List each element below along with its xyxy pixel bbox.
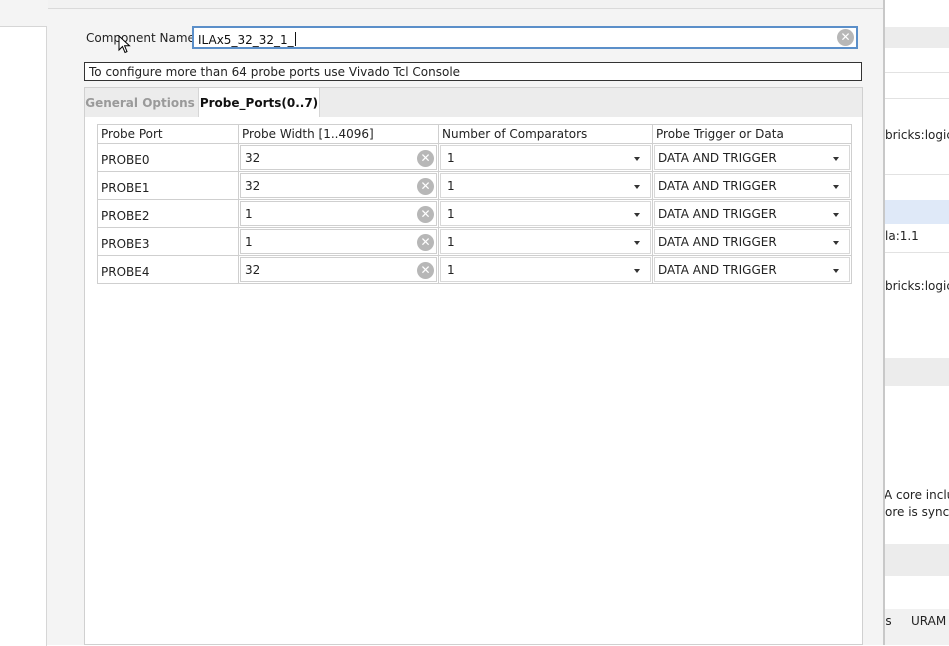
info-message: To configure more than 64 probe ports us… (84, 62, 862, 81)
probe-width-value: 1 (245, 235, 253, 249)
column-header-probe-port: Probe Port (97, 124, 239, 144)
clear-circle-icon[interactable]: ✕ (417, 262, 434, 279)
table-row: PROBE1 32 ✕ 1 DATA AND TRIGGER (97, 171, 852, 200)
comparators-value: 1 (447, 235, 455, 249)
trigger-data-value: DATA AND TRIGGER (658, 179, 777, 193)
dropdown-arrow-icon[interactable] (634, 241, 640, 245)
comparators-value: 1 (447, 179, 455, 193)
probe-port-name: PROBE2 (101, 209, 150, 223)
clear-circle-icon[interactable]: ✕ (417, 150, 434, 167)
probe-port-name: PROBE1 (101, 181, 150, 195)
comparators-select[interactable]: 1 (440, 201, 651, 226)
clear-circle-icon[interactable]: ✕ (417, 206, 434, 223)
column-header-probe-width: Probe Width [1..4096] (238, 124, 439, 144)
comparators-value: 1 (447, 151, 455, 165)
component-name-input[interactable]: ILAx5_32_32_1_ ✕ (192, 26, 858, 49)
column-header-comparators: Number of Comparators (438, 124, 653, 144)
table-row: PROBE0 32 ✕ 1 DATA AND TRIGGER (97, 143, 852, 172)
probe-width-input[interactable]: 32 ✕ (240, 145, 437, 170)
trigger-data-select[interactable]: DATA AND TRIGGER (654, 145, 850, 170)
probe-ports-content: Probe Port Probe Width [1..4096] Number … (85, 117, 862, 644)
rp-divider (885, 174, 949, 175)
background-dialog-left-pane (0, 26, 47, 646)
tab-general-options[interactable]: General Options (85, 88, 195, 117)
dropdown-arrow-icon[interactable] (634, 157, 640, 161)
rp-header-band (885, 27, 949, 48)
dropdown-arrow-icon[interactable] (634, 269, 640, 273)
mouse-pointer-icon (118, 35, 131, 54)
comparators-select[interactable]: 1 (440, 229, 651, 254)
probe-width-input[interactable]: 32 ✕ (240, 173, 437, 198)
background-right-panel: bricks:logicv la:1.1 bricks:logicv LA co… (885, 0, 949, 645)
comparators-select[interactable]: 1 (440, 145, 651, 170)
rp-text-line: la:1.1 (885, 229, 919, 243)
rp-col-header: URAM (911, 614, 947, 628)
probe-port-name: PROBE3 (101, 237, 150, 251)
dropdown-arrow-icon[interactable] (833, 213, 839, 217)
dropdown-arrow-icon[interactable] (634, 185, 640, 189)
comparators-select[interactable]: 1 (440, 257, 651, 282)
rp-text-line: LA core inclu (885, 488, 949, 502)
probe-width-value: 32 (245, 179, 261, 193)
probe-port-name: PROBE4 (101, 265, 150, 279)
dropdown-arrow-icon[interactable] (833, 157, 839, 161)
trigger-data-select[interactable]: DATA AND TRIGGER (654, 201, 850, 226)
clear-circle-icon[interactable]: ✕ (417, 234, 434, 251)
comparators-select[interactable]: 1 (440, 173, 651, 198)
trigger-data-value: DATA AND TRIGGER (658, 207, 777, 221)
clear-circle-icon[interactable]: ✕ (417, 178, 434, 195)
rp-text-line: ore is synch (885, 505, 949, 519)
trigger-data-select[interactable]: DATA AND TRIGGER (654, 173, 850, 198)
table-row: PROBE3 1 ✕ 1 DATA AND TRIGGER (97, 227, 852, 256)
dialog-top-strip (48, 0, 884, 9)
dropdown-arrow-icon[interactable] (634, 213, 640, 217)
rp-divider (885, 72, 949, 73)
tab-probe-ports[interactable]: Probe_Ports(0..7) (198, 88, 320, 118)
rp-col-header: ls (885, 614, 892, 628)
rp-section-band (885, 544, 949, 576)
table-row: PROBE2 1 ✕ 1 DATA AND TRIGGER (97, 199, 852, 228)
rp-section-band (885, 358, 949, 386)
dropdown-arrow-icon[interactable] (833, 241, 839, 245)
probe-port-name: PROBE0 (101, 153, 150, 167)
background-dialog-left (0, 0, 49, 646)
column-header-trigger-data: Probe Trigger or Data (652, 124, 852, 144)
probe-width-input[interactable]: 1 ✕ (240, 229, 437, 254)
table-row: PROBE4 32 ✕ 1 DATA AND TRIGGER (97, 255, 852, 284)
component-name-label: Component Name (86, 31, 195, 45)
rp-text-line: bricks:logicv (885, 279, 949, 293)
rp-divider (885, 252, 949, 253)
rp-text-line: bricks:logicv (885, 128, 949, 142)
comparators-value: 1 (447, 207, 455, 221)
trigger-data-value: DATA AND TRIGGER (658, 263, 777, 277)
probe-width-input[interactable]: 32 ✕ (240, 257, 437, 282)
clear-circle-icon[interactable]: ✕ (837, 29, 854, 46)
trigger-data-select[interactable]: DATA AND TRIGGER (654, 229, 850, 254)
tab-panel: General Options Probe_Ports(0..7) Probe … (84, 87, 863, 645)
dropdown-arrow-icon[interactable] (833, 185, 839, 189)
trigger-data-value: DATA AND TRIGGER (658, 235, 777, 249)
probe-width-value: 1 (245, 207, 253, 221)
probe-width-value: 32 (245, 263, 261, 277)
comparators-value: 1 (447, 263, 455, 277)
table-header-row: Probe Port Probe Width [1..4096] Number … (97, 124, 852, 144)
trigger-data-value: DATA AND TRIGGER (658, 151, 777, 165)
tab-strip: General Options Probe_Ports(0..7) (85, 88, 862, 118)
dropdown-arrow-icon[interactable] (833, 269, 839, 273)
rp-selected-row[interactable] (885, 200, 949, 224)
component-name-value: ILAx5_32_32_1_ (198, 33, 294, 47)
trigger-data-select[interactable]: DATA AND TRIGGER (654, 257, 850, 282)
text-caret (294, 32, 296, 46)
probe-width-input[interactable]: 1 ✕ (240, 201, 437, 226)
rp-divider (885, 98, 949, 99)
probe-width-value: 32 (245, 151, 261, 165)
probe-ports-table: Probe Port Probe Width [1..4096] Number … (97, 124, 852, 284)
